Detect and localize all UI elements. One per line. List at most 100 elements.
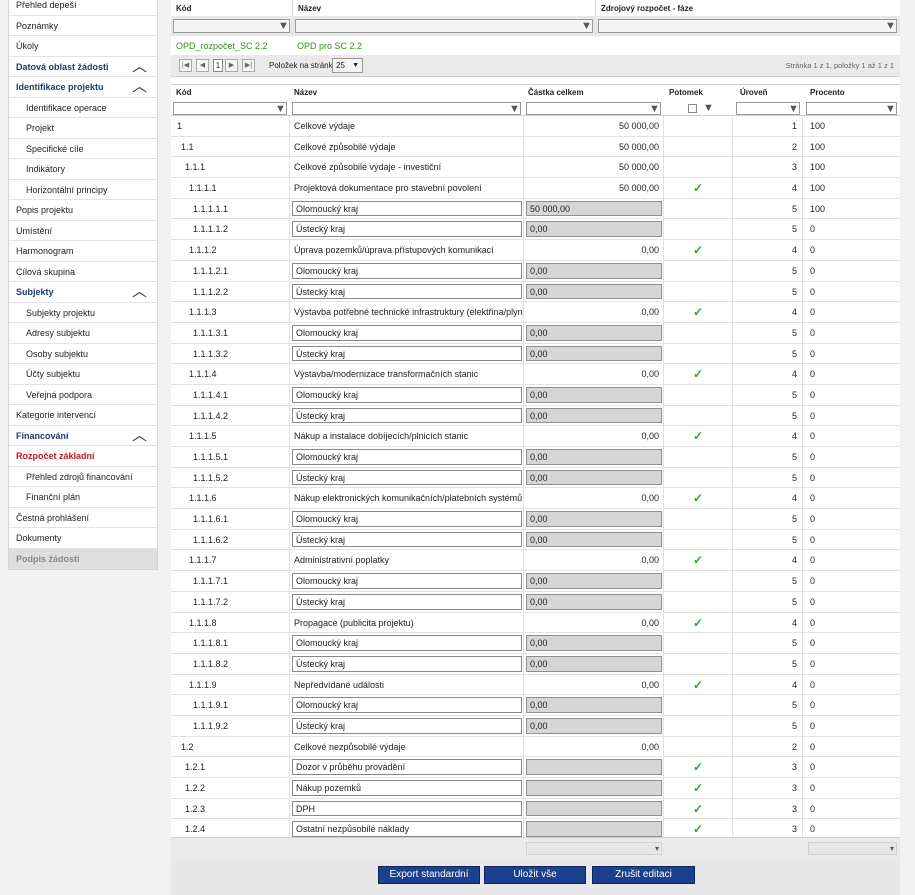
last-page-button[interactable]: ▶| <box>242 59 255 72</box>
sidebar-item[interactable]: Identifikace operace <box>9 98 157 118</box>
row-name-cell[interactable]: Olomoucký kraj <box>290 509 524 529</box>
name-input[interactable]: Olomoucký kraj <box>292 200 522 217</box>
name-input[interactable]: Olomoucký kraj <box>292 635 522 651</box>
cancel-button[interactable]: Zrušit editaci <box>592 866 695 884</box>
table-row[interactable]: 1.1.1.7.1 Olomoucký kraj 0,00 5 0 <box>171 571 900 592</box>
filter-icon[interactable]: ▼ <box>788 104 799 115</box>
sidebar-item[interactable]: Subjekty ︿ <box>9 282 157 303</box>
amount-input[interactable]: 0,00 <box>526 324 662 341</box>
name-input[interactable]: Olomoucký kraj <box>292 697 522 713</box>
row-name-cell[interactable]: Ústecký kraj <box>290 715 524 736</box>
name-input[interactable]: Nákup pozemků <box>292 780 522 796</box>
amount-input[interactable]: 0,00 <box>526 283 662 300</box>
table-row[interactable]: 1.2.2 Nákup pozemků ✓ 3 0 <box>171 778 900 799</box>
sidebar-item[interactable]: Přehled depeší <box>9 0 157 16</box>
sidebar-item[interactable]: Přehled zdrojů financování <box>9 467 157 487</box>
name-input[interactable]: Ústecký kraj <box>292 593 522 610</box>
sidebar-item[interactable]: Popis projektu <box>9 200 157 221</box>
export-button[interactable]: Export standardní <box>378 866 480 884</box>
table-row[interactable]: OPD_rozpočet_SC 2.2 OPD pro SC 2.2 <box>171 37 900 55</box>
filter-icon[interactable]: ▼ <box>885 21 896 32</box>
row-name-cell[interactable]: Olomoucký kraj <box>290 384 524 405</box>
sidebar-item[interactable]: Datová oblast žádosti ︿ <box>9 57 157 77</box>
table-row[interactable]: 1.1.1.2 Úprava pozemků/úprava přístupovýc… <box>171 240 900 261</box>
amount-input[interactable] <box>526 759 662 775</box>
amount-input[interactable]: 0,00 <box>526 593 662 610</box>
table-row[interactable]: 1.1.1.3.1 Olomoucký kraj 0,00 5 0 <box>171 322 900 344</box>
row-name-cell[interactable]: Ústecký kraj <box>290 219 524 240</box>
name-filter-input[interactable]: ▼ <box>295 19 593 33</box>
name-input[interactable]: Olomoucký kraj <box>292 573 522 589</box>
sidebar-item[interactable]: Indikátory <box>9 159 157 180</box>
table-row[interactable]: 1.1.1.2.1 Olomoucký kraj 0,00 5 0 <box>171 260 900 282</box>
table-row[interactable]: 1.2 Celkové nezpůsobilé výdaje 0,00 2 0 <box>171 736 900 758</box>
table-row[interactable]: 1.1.1.3 Výstavba potřebné technické infra… <box>171 302 900 323</box>
page-number-input[interactable]: 1 <box>213 59 223 72</box>
amount-input[interactable]: 0,00 <box>526 469 662 486</box>
row-name-cell[interactable]: Ústecký kraj <box>290 591 524 612</box>
name-input[interactable]: Olomoucký kraj <box>292 511 522 527</box>
code-filter-input[interactable]: ▼ <box>173 19 290 33</box>
row-name-cell[interactable]: Olomoucký kraj <box>290 260 524 281</box>
sidebar-item[interactable]: Adresy subjektu <box>9 323 157 344</box>
name-input[interactable]: Ústecký kraj <box>292 345 522 362</box>
row-name-cell[interactable]: Olomoucký kraj <box>290 322 524 343</box>
col-header-code[interactable]: Kód <box>171 4 291 13</box>
prev-page-button[interactable]: ◀ <box>196 59 209 72</box>
row-name-cell[interactable]: Ústecký kraj <box>290 653 524 674</box>
row-name-cell[interactable]: Olomoucký kraj <box>290 633 524 653</box>
table-row[interactable]: 1.1.1.3.2 Ústecký kraj 0,00 5 0 <box>171 343 900 365</box>
col-header-child[interactable]: Potomek <box>669 88 703 97</box>
amount-input[interactable]: 0,00 <box>526 573 662 589</box>
table-row[interactable]: 1.1.1.6.2 Ústecký kraj 0,00 5 0 <box>171 529 900 551</box>
row-name-cell[interactable]: DPH <box>290 798 524 819</box>
table-row[interactable]: 1.1.1.2.2 Ústecký kraj 0,00 5 0 <box>171 281 900 303</box>
row-name-cell[interactable]: Ústecký kraj <box>290 281 524 302</box>
code-filter-input[interactable]: ▼ <box>173 102 287 115</box>
col-header-name[interactable]: Název <box>293 4 593 13</box>
amount-input[interactable] <box>526 800 662 817</box>
table-row[interactable]: 1.1.1.6.1 Olomoucký kraj 0,00 5 0 <box>171 509 900 530</box>
table-row[interactable]: 1.2.3 DPH ✓ 3 0 <box>171 798 900 820</box>
table-row[interactable]: 1.1.1.7 Administrativní poplatky 0,00 ✓ 4 0 <box>171 550 900 572</box>
sidebar-item[interactable]: Rozpočet základní <box>9 446 157 467</box>
filter-icon[interactable]: ▼ <box>885 104 896 115</box>
filter-icon[interactable]: ▼ <box>703 102 714 114</box>
amount-input[interactable]: 0,00 <box>526 655 662 672</box>
table-row[interactable]: 1.1.1.4.1 Olomoucký kraj 0,00 5 0 <box>171 384 900 406</box>
row-name-cell[interactable]: Ústecký kraj <box>290 467 524 488</box>
amount-input[interactable]: 0,00 <box>526 511 662 527</box>
amount-aggregate-select[interactable]: ▾ <box>526 842 662 855</box>
row-name-cell[interactable]: Ústecký kraj <box>290 343 524 364</box>
col-header-level[interactable]: Úroveň <box>740 88 768 97</box>
sidebar-item[interactable]: Účty subjektu <box>9 364 157 385</box>
table-row[interactable]: 1.1.1.8.2 Ústecký kraj 0,00 5 0 <box>171 653 900 675</box>
level-filter-input[interactable]: ▼ <box>736 102 800 115</box>
child-filter-checkbox[interactable] <box>688 104 697 113</box>
table-row[interactable]: 1.1.1.1.1 Olomoucký kraj 50 000,00 5 100 <box>171 198 900 220</box>
table-row[interactable]: 1.1.1.4 Výstavba/modernizace transformačn… <box>171 364 900 385</box>
table-row[interactable]: 1.1.1.7.2 Ústecký kraj 0,00 5 0 <box>171 591 900 613</box>
row-name-cell[interactable]: Nákup pozemků <box>290 778 524 798</box>
name-input[interactable]: DPH <box>292 800 522 817</box>
row-name-cell[interactable]: Olomoucký kraj <box>290 571 524 591</box>
name-input[interactable]: Ústecký kraj <box>292 469 522 486</box>
filter-icon[interactable]: ▼ <box>275 104 286 115</box>
row-name-cell[interactable]: Ústecký kraj <box>290 529 524 550</box>
amount-input[interactable]: 0,00 <box>526 345 662 362</box>
table-row[interactable]: 1.1.1.1.2 Ústecký kraj 0,00 5 0 <box>171 219 900 241</box>
sidebar-item[interactable]: Identifikace projektu ︿ <box>9 77 157 98</box>
table-row[interactable]: 1 Celkové výdaje 50 000,00 1 100 <box>171 116 900 137</box>
table-row[interactable]: 1.1.1.9.2 Ústecký kraj 0,00 5 0 <box>171 715 900 737</box>
sidebar-item[interactable]: Poznámky <box>9 16 157 36</box>
name-input[interactable]: Olomoucký kraj <box>292 449 522 465</box>
table-row[interactable]: 1.1.1.4.2 Ústecký kraj 0,00 5 0 <box>171 405 900 427</box>
row-name-cell[interactable]: Ústecký kraj <box>290 405 524 426</box>
sidebar-item[interactable]: Harmonogram <box>9 241 157 262</box>
name-filter-input[interactable]: ▼ <box>292 102 521 115</box>
name-input[interactable]: Olomoucký kraj <box>292 324 522 341</box>
amount-filter-input[interactable]: ▼ <box>526 102 661 115</box>
amount-input[interactable]: 0,00 <box>526 262 662 279</box>
table-row[interactable]: 1.1.1.5.2 Ústecký kraj 0,00 5 0 <box>171 467 900 489</box>
amount-input[interactable]: 0,00 <box>526 717 662 734</box>
